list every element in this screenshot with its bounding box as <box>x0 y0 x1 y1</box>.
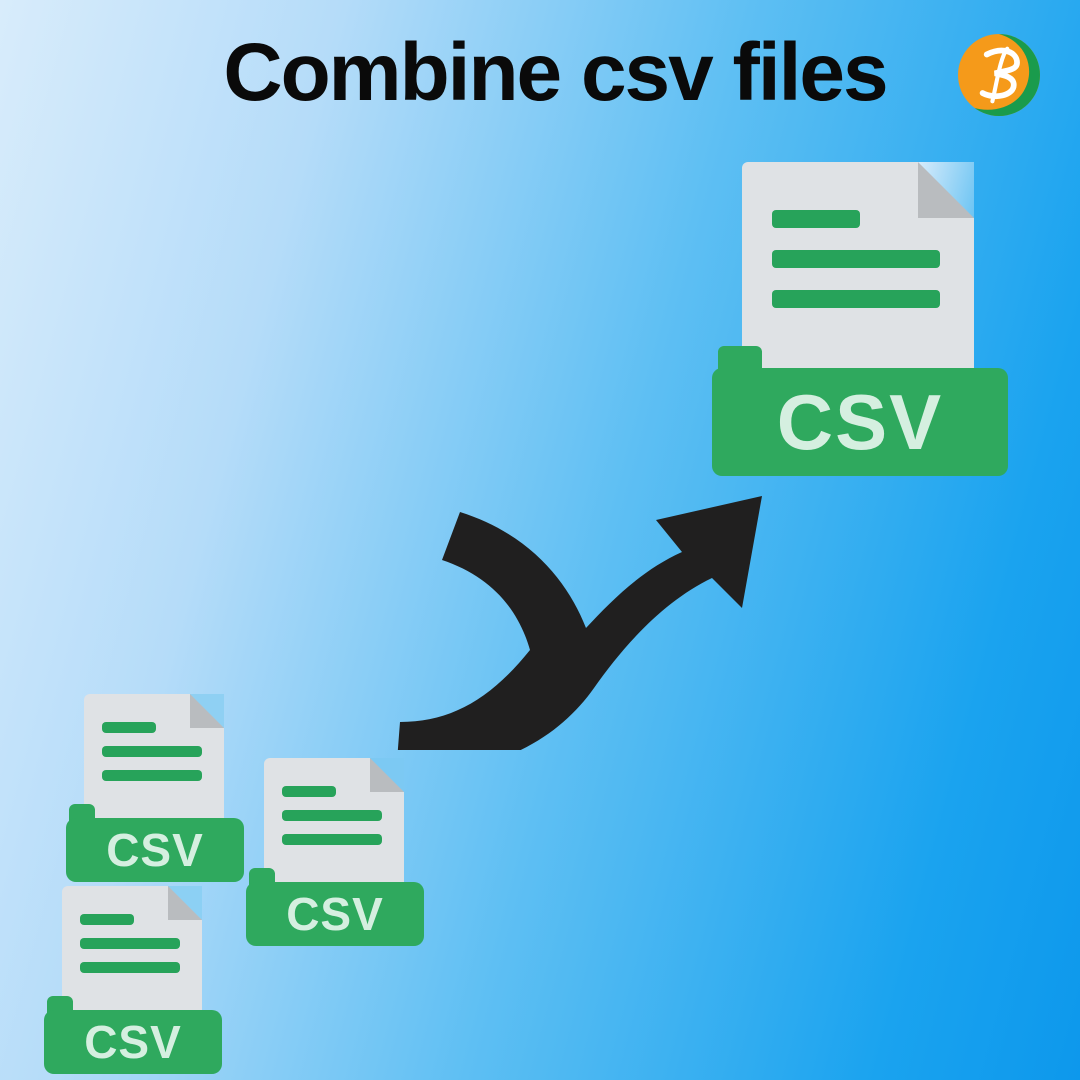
csv-label: CSV <box>777 377 943 468</box>
csv-file-small-2-icon: CSV <box>246 758 426 950</box>
csv-label: CSV <box>106 823 204 877</box>
csv-file-small-1-icon: CSV <box>66 694 246 886</box>
logo-badge <box>958 34 1040 116</box>
merge-arrow-icon <box>390 490 770 750</box>
csv-label: CSV <box>286 887 384 941</box>
csv-label: CSV <box>84 1015 182 1069</box>
csv-file-large-icon: CSV <box>712 162 1012 482</box>
csv-file-small-3-icon: CSV <box>44 886 224 1078</box>
page-title: Combine csv files <box>0 26 1080 120</box>
